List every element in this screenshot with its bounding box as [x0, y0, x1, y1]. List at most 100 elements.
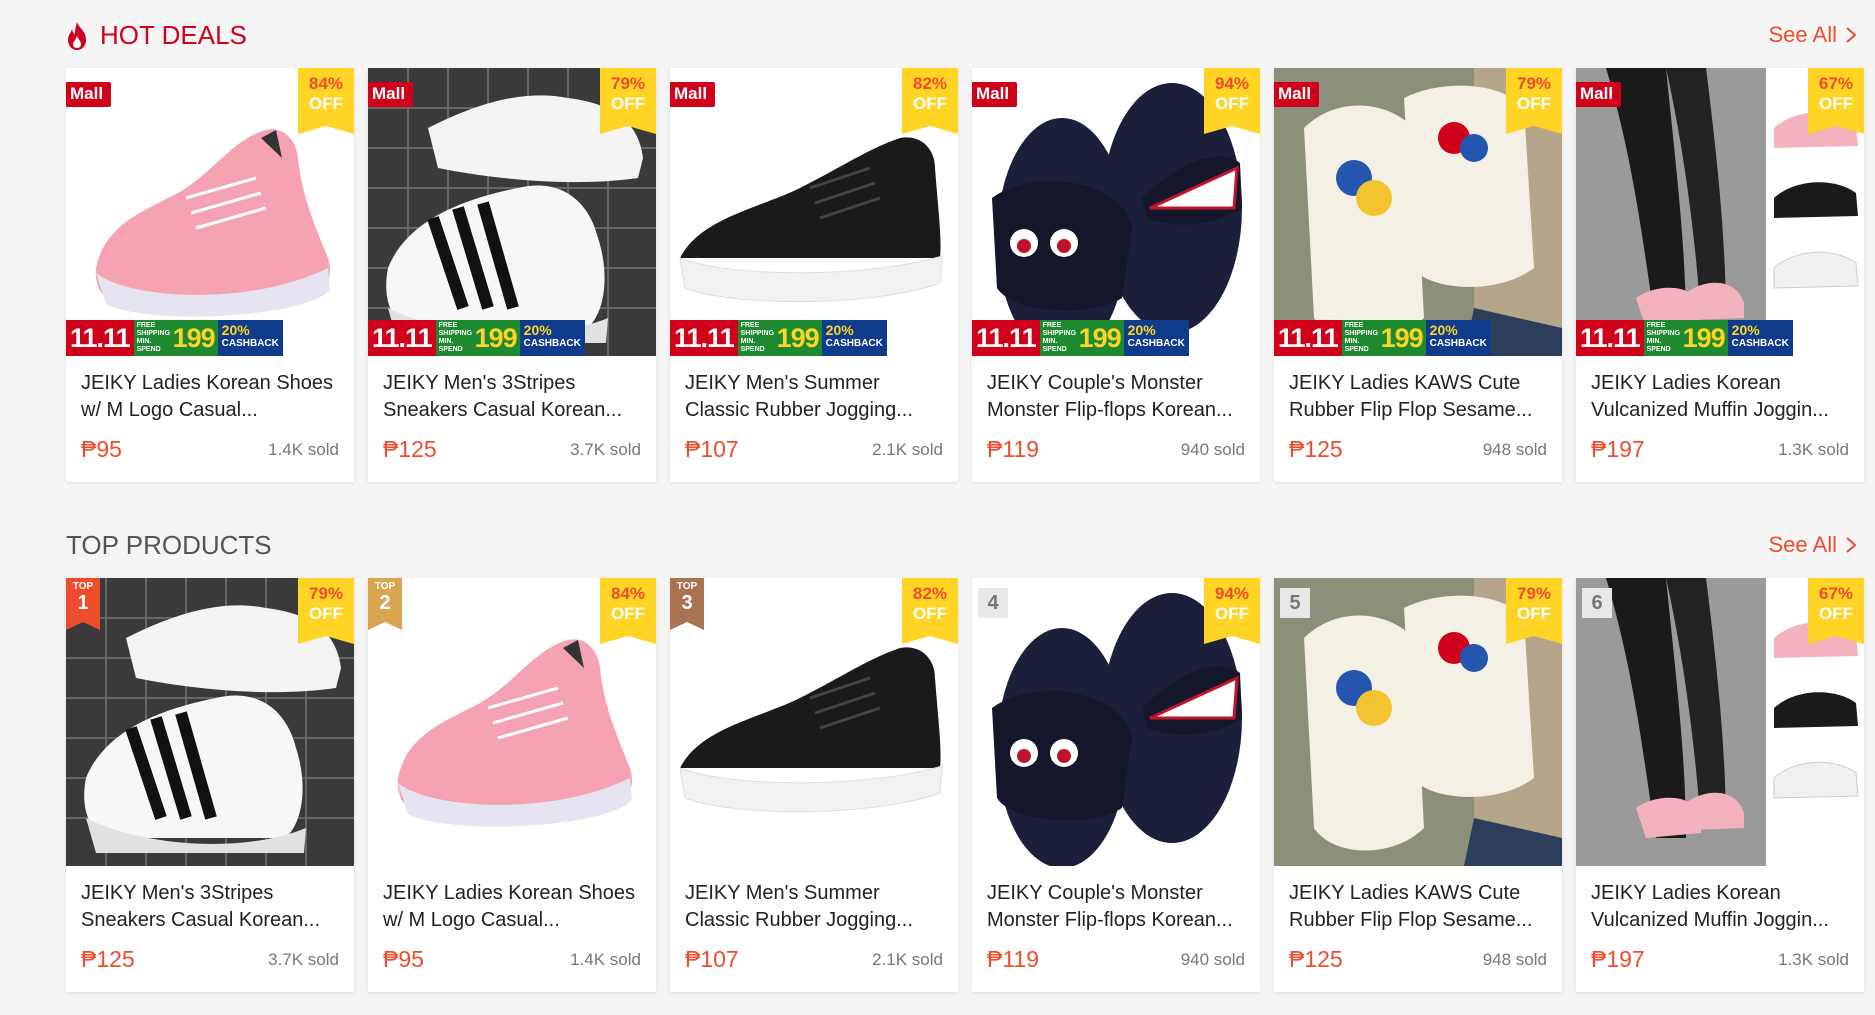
sold-count: 2.1K sold — [872, 950, 943, 969]
promo-free-shipping: FREE SHIPPING MIN. SPEND 199 — [1643, 320, 1728, 356]
top-products-see-all-link[interactable]: See All — [1769, 532, 1858, 558]
promo-amount: 199 — [1380, 322, 1424, 353]
discount-off-label: OFF — [611, 94, 645, 113]
product-price: ₱197 — [1591, 946, 1645, 972]
product-image[interactable]: Mall 79% OFF 11.11 FREE SHIPPING MIN. SP… — [368, 68, 656, 356]
promo-amount: 199 — [1682, 322, 1726, 353]
product-card[interactable]: TOP 3 82% OFF JEIKY Men's Summer Classic… — [670, 578, 958, 992]
product-name[interactable]: JEIKY Men's 3Stripes Sneakers Casual Kor… — [383, 370, 643, 424]
product-image[interactable]: 6 67% OFF — [1576, 578, 1864, 866]
promo-free-shipping: FREE SHIPPING MIN. SPEND 199 — [1341, 320, 1426, 356]
product-price: ₱125 — [81, 946, 135, 972]
product-image[interactable]: Mall 82% OFF 11.11 FREE SHIPPING MIN. SP… — [670, 68, 958, 356]
sold-count: 948 sold — [1482, 440, 1547, 459]
discount-badge: 67% OFF — [1808, 68, 1864, 134]
product-card[interactable]: 6 67% OFF JEIKY Ladies Korean Vulcanized… — [1576, 578, 1864, 992]
promo-line3: MIN. SPEND — [740, 338, 765, 353]
top-label: TOP — [676, 581, 698, 592]
promo-line2: SHIPPING — [136, 330, 171, 337]
promo-cashback-label: CASHBACK — [1429, 338, 1487, 349]
product-name[interactable]: JEIKY Ladies KAWS Cute Rubber Flip Flop … — [1289, 370, 1549, 424]
product-image[interactable]: Mall 94% OFF 11.11 FREE SHIPPING MIN. SP… — [972, 68, 1260, 356]
product-image[interactable]: 4 94% OFF — [972, 578, 1260, 866]
product-image[interactable]: Mall 84% OFF 11.11 FREE SHIPPING MIN. SP… — [66, 68, 354, 356]
product-name[interactable]: JEIKY Ladies KAWS Cute Rubber Flip Flop … — [1289, 880, 1549, 934]
product-card[interactable]: 5 79% OFF JEIKY Ladies KAWS Cute Rubber … — [1274, 578, 1562, 992]
product-name[interactable]: JEIKY Ladies Korean Vulcanized Muffin Jo… — [1591, 880, 1851, 934]
discount-badge: 84% OFF — [600, 578, 656, 644]
product-image[interactable]: TOP 3 82% OFF — [670, 578, 958, 866]
product-card[interactable]: Mall 82% OFF 11.11 FREE SHIPPING MIN. SP… — [670, 68, 958, 482]
promo-amount: 199 — [172, 322, 216, 353]
product-price: ₱95 — [81, 436, 122, 462]
discount-off-label: OFF — [611, 604, 645, 623]
product-image[interactable]: Mall 67% OFF 11.11 FREE SHIPPING MIN. SP… — [1576, 68, 1864, 356]
sold-count: 1.3K sold — [1778, 950, 1849, 969]
promo-date: 11.11 — [670, 320, 738, 356]
product-name[interactable]: JEIKY Couple's Monster Monster Flip-flop… — [987, 880, 1247, 934]
product-price: ₱125 — [1289, 946, 1343, 972]
discount-badge: 79% OFF — [298, 578, 354, 644]
product-name[interactable]: JEIKY Ladies Korean Vulcanized Muffin Jo… — [1591, 370, 1851, 424]
promo-line3: MIN. SPEND — [136, 338, 161, 353]
promo-cashback: 20% CASHBACK — [1727, 320, 1793, 356]
discount-badge: 67% OFF — [1808, 578, 1864, 644]
promo-line3: MIN. SPEND — [1344, 338, 1369, 353]
product-name[interactable]: JEIKY Men's Summer Classic Rubber Joggin… — [685, 880, 945, 934]
sold-count: 1.4K sold — [570, 950, 641, 969]
sold-count: 3.7K sold — [570, 440, 641, 459]
promo-date: 11.11 — [368, 320, 436, 356]
promo-date: 11.11 — [972, 320, 1040, 356]
product-card[interactable]: 4 94% OFF JEIKY Couple's Monster Monster… — [972, 578, 1260, 992]
product-card[interactable]: Mall 94% OFF 11.11 FREE SHIPPING MIN. SP… — [972, 68, 1260, 482]
promo-percent: 20% — [523, 322, 552, 338]
product-image[interactable]: TOP 1 79% OFF — [66, 578, 354, 866]
rank-number: 4 — [978, 588, 1008, 618]
discount-badge: 94% OFF — [1204, 578, 1260, 644]
sold-count: 2.1K sold — [872, 440, 943, 459]
mall-badge: Mall — [972, 82, 1018, 107]
promo-line3: MIN. SPEND — [1646, 338, 1671, 353]
discount-off-label: OFF — [1215, 604, 1249, 623]
promo-line1: FREE — [136, 322, 156, 329]
product-card[interactable]: Mall 67% OFF 11.11 FREE SHIPPING MIN. SP… — [1576, 68, 1864, 482]
promo-cashback-label: CASHBACK — [221, 338, 279, 349]
product-card[interactable]: TOP 2 84% OFF JEIKY Ladies Korean Shoes … — [368, 578, 656, 992]
discount-percent: 79% — [308, 584, 344, 603]
discount-percent: 82% — [912, 74, 948, 93]
product-name[interactable]: JEIKY Ladies Korean Shoes w/ M Logo Casu… — [81, 370, 341, 424]
chevron-right-icon — [1846, 27, 1857, 43]
rank-number: 2 — [379, 592, 391, 614]
hot-deals-see-all-link[interactable]: See All — [1769, 22, 1858, 48]
sold-count: 1.3K sold — [1778, 440, 1849, 459]
product-card[interactable]: TOP 1 79% OFF JEIKY Men's 3Stripes Sneak… — [66, 578, 354, 992]
discount-percent: 79% — [1516, 584, 1552, 603]
product-card[interactable]: Mall 84% OFF 11.11 FREE SHIPPING MIN. SP… — [66, 68, 354, 482]
see-all-label[interactable]: See All — [1769, 22, 1838, 48]
product-name[interactable]: JEIKY Couple's Monster Monster Flip-flop… — [987, 370, 1247, 424]
product-image[interactable]: 5 79% OFF — [1274, 578, 1562, 866]
product-card[interactable]: Mall 79% OFF 11.11 FREE SHIPPING MIN. SP… — [368, 68, 656, 482]
promo-line2: SHIPPING — [1042, 330, 1077, 337]
promo-cashback: 20% CASHBACK — [821, 320, 887, 356]
promo-line2: SHIPPING — [740, 330, 775, 337]
promo-line2: SHIPPING — [1344, 330, 1379, 337]
product-price: ₱197 — [1591, 436, 1645, 462]
flame-icon — [68, 21, 86, 50]
product-card[interactable]: Mall 79% OFF 11.11 FREE SHIPPING MIN. SP… — [1274, 68, 1562, 482]
product-name[interactable]: JEIKY Men's Summer Classic Rubber Joggin… — [685, 370, 945, 424]
top-rank-badge: TOP 1 — [66, 578, 100, 630]
discount-percent: 84% — [308, 74, 344, 93]
promo-amount: 199 — [776, 322, 820, 353]
product-image[interactable]: Mall 79% OFF 11.11 FREE SHIPPING MIN. SP… — [1274, 68, 1562, 356]
discount-badge: 94% OFF — [1204, 68, 1260, 134]
product-name[interactable]: JEIKY Ladies Korean Shoes w/ M Logo Casu… — [383, 880, 643, 934]
promo-cashback: 20% CASHBACK — [1425, 320, 1491, 356]
product-name[interactable]: JEIKY Men's 3Stripes Sneakers Casual Kor… — [81, 880, 341, 934]
promo-cashback-label: CASHBACK — [1127, 338, 1185, 349]
discount-percent: 79% — [610, 74, 646, 93]
see-all-label[interactable]: See All — [1769, 532, 1838, 558]
product-image[interactable]: TOP 2 84% OFF — [368, 578, 656, 866]
promo-banner: 11.11 FREE SHIPPING MIN. SPEND 199 20% C… — [66, 320, 290, 356]
top-rank-badge: TOP 3 — [670, 578, 704, 630]
